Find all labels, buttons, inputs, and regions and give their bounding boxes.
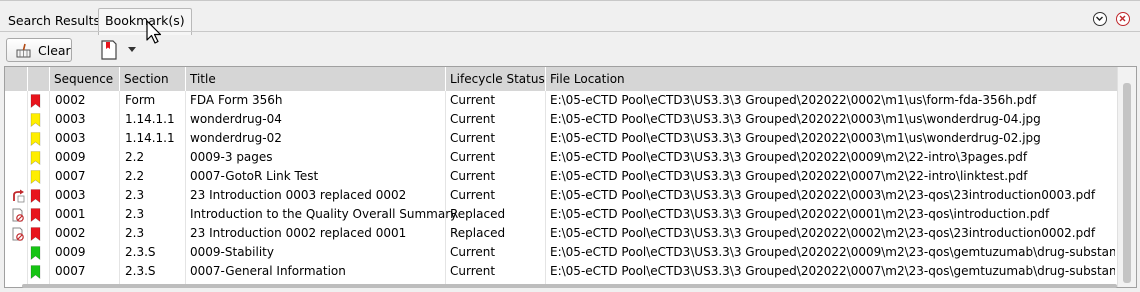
cell-location: E:\05-eCTD Pool\eCTD3\US3.3\3 Grouped\20…: [550, 245, 1115, 259]
table-row[interactable]: 0003 2.3 23 Introduction 0003 replaced 000…: [5, 186, 1117, 205]
cell-title: wonderdrug-04: [190, 112, 282, 126]
cell-location: E:\05-eCTD Pool\eCTD3\US3.3\3 Grouped\20…: [550, 169, 1028, 183]
bookmarks-table: Sequence Section Title Lifecycle Status …: [4, 66, 1137, 288]
bookmark-add-icon[interactable]: [100, 40, 118, 60]
cell-title: 23 Introduction 0002 replaced 0001: [190, 226, 407, 240]
broom-icon: [16, 43, 31, 58]
cell-lifecycle: Replaced: [450, 226, 506, 240]
yellow-bookmark-flag-icon: [30, 132, 41, 146]
close-icon: [1119, 15, 1126, 22]
replaced-document-icon: [12, 227, 24, 241]
yellow-bookmark-flag-icon: [30, 170, 41, 184]
cell-section: 2.2: [125, 150, 145, 164]
cell-location: E:\05-eCTD Pool\eCTD3\US3.3\3 Grouped\20…: [550, 93, 1037, 107]
green-bookmark-flag-icon: [30, 246, 41, 260]
cell-section: 2.3: [125, 207, 145, 221]
collapse-panel-button[interactable]: [1093, 12, 1107, 26]
cell-section: 2.2: [125, 169, 145, 183]
cell-sequence: 0003: [55, 131, 86, 145]
column-header-status-icon[interactable]: [5, 67, 27, 91]
cell-sequence: 0003: [55, 188, 86, 202]
close-panel-button[interactable]: [1116, 12, 1130, 26]
column-header-flag[interactable]: [27, 67, 49, 91]
cell-title: Introduction to the Quality Overall Summ…: [190, 207, 458, 221]
cell-section: 2.3.S: [125, 245, 156, 259]
red-bookmark-flag-icon: [30, 189, 41, 203]
red-bookmark-flag-icon: [30, 208, 41, 222]
table-row[interactable]: 0001 2.3 Introduction to the Quality Overa…: [5, 205, 1117, 224]
cell-lifecycle: Current: [450, 188, 496, 202]
cell-section: 1.14.1.1: [125, 112, 175, 126]
cell-title: 0007-General Information: [190, 264, 346, 278]
horizontal-scrollbar[interactable]: [22, 284, 1117, 288]
cell-lifecycle: Current: [450, 169, 496, 183]
cell-lifecycle: Current: [450, 131, 496, 145]
cell-location: E:\05-eCTD Pool\eCTD3\US3.3\3 Grouped\20…: [550, 226, 1096, 240]
cell-sequence: 0009: [55, 245, 86, 259]
cell-sequence: 0009: [55, 150, 86, 164]
tab-bar: Search Results Bookmark(s): [0, 4, 1140, 35]
cell-section: 1.14.1.1: [125, 131, 175, 145]
cell-title: 0007-GotoR Link Test: [190, 169, 319, 183]
table-header: Sequence Section Title Lifecycle Status …: [5, 67, 1117, 91]
cell-title: 0009-Stability: [190, 245, 274, 259]
cell-lifecycle: Current: [450, 245, 496, 259]
column-header-sequence[interactable]: Sequence: [49, 67, 119, 91]
yellow-bookmark-flag-icon: [30, 113, 41, 127]
cell-location: E:\05-eCTD Pool\eCTD3\US3.3\3 Grouped\20…: [550, 207, 1050, 221]
red-bookmark-flag-icon: [30, 227, 41, 241]
column-header-title[interactable]: Title: [185, 67, 445, 91]
cell-title: 23 Introduction 0003 replaced 0002: [190, 188, 407, 202]
table-row[interactable]: 0002 Form FDA Form 356h Current E:\05-eCTD P…: [5, 91, 1117, 110]
cell-section: Form: [125, 93, 156, 107]
cell-section: 2.3: [125, 188, 145, 202]
cell-location: E:\05-eCTD Pool\eCTD3\US3.3\3 Grouped\20…: [550, 188, 1096, 202]
vertical-scrollbar-thumb[interactable]: [1123, 83, 1131, 283]
chevron-down-icon: [1096, 16, 1103, 21]
cell-location: E:\05-eCTD Pool\eCTD3\US3.3\3 Grouped\20…: [550, 131, 1041, 145]
cell-sequence: 0007: [55, 264, 86, 278]
table-row[interactable]: 0009 2.2 0009-3 pages Current E:\05-eCTD Poo…: [5, 148, 1117, 167]
yellow-bookmark-flag-icon: [30, 151, 41, 165]
cell-section: 2.3.S: [125, 264, 156, 278]
cell-section: 2.3: [125, 226, 145, 240]
column-header-file-location[interactable]: File Location: [545, 67, 1117, 91]
replace-icon: [13, 189, 25, 203]
cell-location: E:\05-eCTD Pool\eCTD3\US3.3\3 Grouped\20…: [550, 150, 1028, 164]
cell-sequence: 0001: [55, 207, 86, 221]
mouse-cursor-icon: [146, 20, 162, 44]
cell-location: E:\05-eCTD Pool\eCTD3\US3.3\3 Grouped\20…: [550, 264, 1115, 278]
table-row[interactable]: 0002 2.3 23 Introduction 0002 replaced 000…: [5, 224, 1117, 243]
tab-divider: [0, 31, 1140, 32]
cell-lifecycle: Current: [450, 264, 496, 278]
cell-lifecycle: Current: [450, 93, 496, 107]
bookmark-dropdown-arrow[interactable]: [128, 47, 136, 52]
tab-search-results[interactable]: Search Results: [8, 10, 100, 32]
clear-label: Clear: [38, 43, 71, 58]
cell-lifecycle: Current: [450, 112, 496, 126]
column-header-section[interactable]: Section: [119, 67, 185, 91]
vertical-scrollbar[interactable]: [1117, 67, 1136, 287]
cell-sequence: 0002: [55, 226, 86, 240]
top-border: [0, 0, 1140, 1]
table-row[interactable]: 0007 2.3.S 0007-General Information Current…: [5, 262, 1117, 281]
green-bookmark-flag-icon: [30, 265, 41, 279]
table-row[interactable]: 0009 2.3.S 0009-Stability Current E:\05-eCTD…: [5, 243, 1117, 262]
cell-sequence: 0003: [55, 112, 86, 126]
clear-button[interactable]: Clear: [6, 38, 72, 62]
cell-title: 0009-3 pages: [190, 150, 273, 164]
cell-location: E:\05-eCTD Pool\eCTD3\US3.3\3 Grouped\20…: [550, 112, 1041, 126]
replaced-document-icon: [12, 208, 24, 222]
table-row[interactable]: 0007 2.2 0007-GotoR Link Test Current E:\05-…: [5, 167, 1117, 186]
cell-title: FDA Form 356h: [190, 93, 283, 107]
cell-lifecycle: Replaced: [450, 207, 506, 221]
red-bookmark-flag-icon: [30, 94, 41, 108]
cell-sequence: 0007: [55, 169, 86, 183]
cell-title: wonderdrug-02: [190, 131, 282, 145]
table-row[interactable]: 0003 1.14.1.1 wonderdrug-02 Current E:\05-eC…: [5, 129, 1117, 148]
cell-sequence: 0002: [55, 93, 86, 107]
column-header-lifecycle-status[interactable]: Lifecycle Status: [445, 67, 545, 91]
table-row[interactable]: 0003 1.14.1.1 wonderdrug-04 Current E:\05-eC…: [5, 110, 1117, 129]
cell-lifecycle: Current: [450, 150, 496, 164]
